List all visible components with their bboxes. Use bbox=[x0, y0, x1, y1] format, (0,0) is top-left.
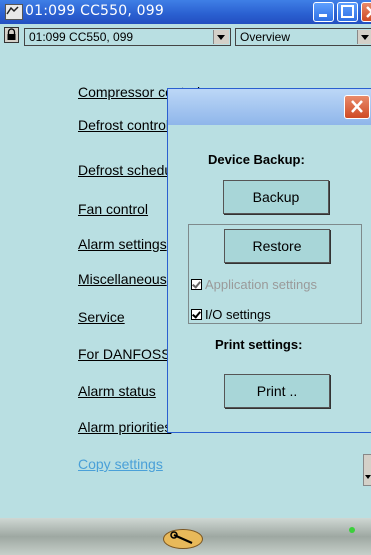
view-select[interactable]: Overview bbox=[235, 28, 371, 46]
toolbar: 01:099 CC550, 099 Overview bbox=[0, 24, 371, 49]
menu-item-fan-control[interactable]: Fan control bbox=[78, 201, 148, 217]
chevron-down-icon[interactable] bbox=[357, 30, 371, 44]
maximize-button[interactable] bbox=[337, 2, 358, 22]
menu-item-copy-settings[interactable]: Copy settings bbox=[78, 456, 163, 472]
dialog-close-button[interactable] bbox=[344, 95, 370, 119]
menu-item-service[interactable]: Service bbox=[78, 309, 125, 325]
app-icon bbox=[5, 4, 23, 20]
menu-item-for-danfoss[interactable]: For DANFOSS bbox=[78, 346, 171, 362]
minimize-button[interactable] bbox=[313, 2, 334, 22]
print-settings-label: Print settings: bbox=[215, 337, 303, 352]
application-settings-label: Application settings bbox=[205, 277, 318, 292]
chevron-down-icon[interactable] bbox=[213, 30, 229, 44]
menu-item-defrost-control[interactable]: Defrost control bbox=[78, 117, 169, 133]
view-select-value: Overview bbox=[240, 30, 291, 44]
menu-item-alarm-status[interactable]: Alarm status bbox=[78, 383, 156, 399]
print-button[interactable]: Print .. bbox=[224, 374, 330, 408]
scroll-down-button[interactable] bbox=[363, 454, 371, 486]
device-backup-label: Device Backup: bbox=[208, 152, 305, 167]
status-led-icon bbox=[349, 527, 355, 533]
io-settings-checkbox[interactable] bbox=[191, 309, 202, 320]
lock-button[interactable] bbox=[4, 27, 19, 43]
wrench-icon[interactable] bbox=[163, 529, 203, 549]
menu-item-miscellaneous[interactable]: Miscellaneous bbox=[78, 271, 167, 287]
menu-item-alarm-priorities[interactable]: Alarm priorities bbox=[78, 419, 171, 435]
copy-settings-dialog: Device Backup: Backup Restore Applicatio… bbox=[167, 88, 371, 433]
window-title: 01:099 CC550, 099 bbox=[25, 3, 164, 19]
io-settings-label: I/O settings bbox=[205, 307, 271, 322]
restore-button[interactable]: Restore bbox=[224, 229, 330, 263]
application-settings-checkbox[interactable] bbox=[191, 279, 202, 290]
backup-button[interactable]: Backup bbox=[223, 180, 329, 214]
dialog-titlebar bbox=[168, 89, 371, 125]
close-button[interactable] bbox=[361, 2, 371, 22]
menu-item-alarm-settings[interactable]: Alarm settings bbox=[78, 236, 167, 252]
lock-icon bbox=[7, 28, 16, 40]
close-icon bbox=[351, 100, 363, 113]
controller-select-value: 01:099 CC550, 099 bbox=[29, 30, 134, 44]
window-titlebar: 01:099 CC550, 099 bbox=[0, 0, 371, 24]
controller-select[interactable]: 01:099 CC550, 099 bbox=[24, 28, 231, 46]
